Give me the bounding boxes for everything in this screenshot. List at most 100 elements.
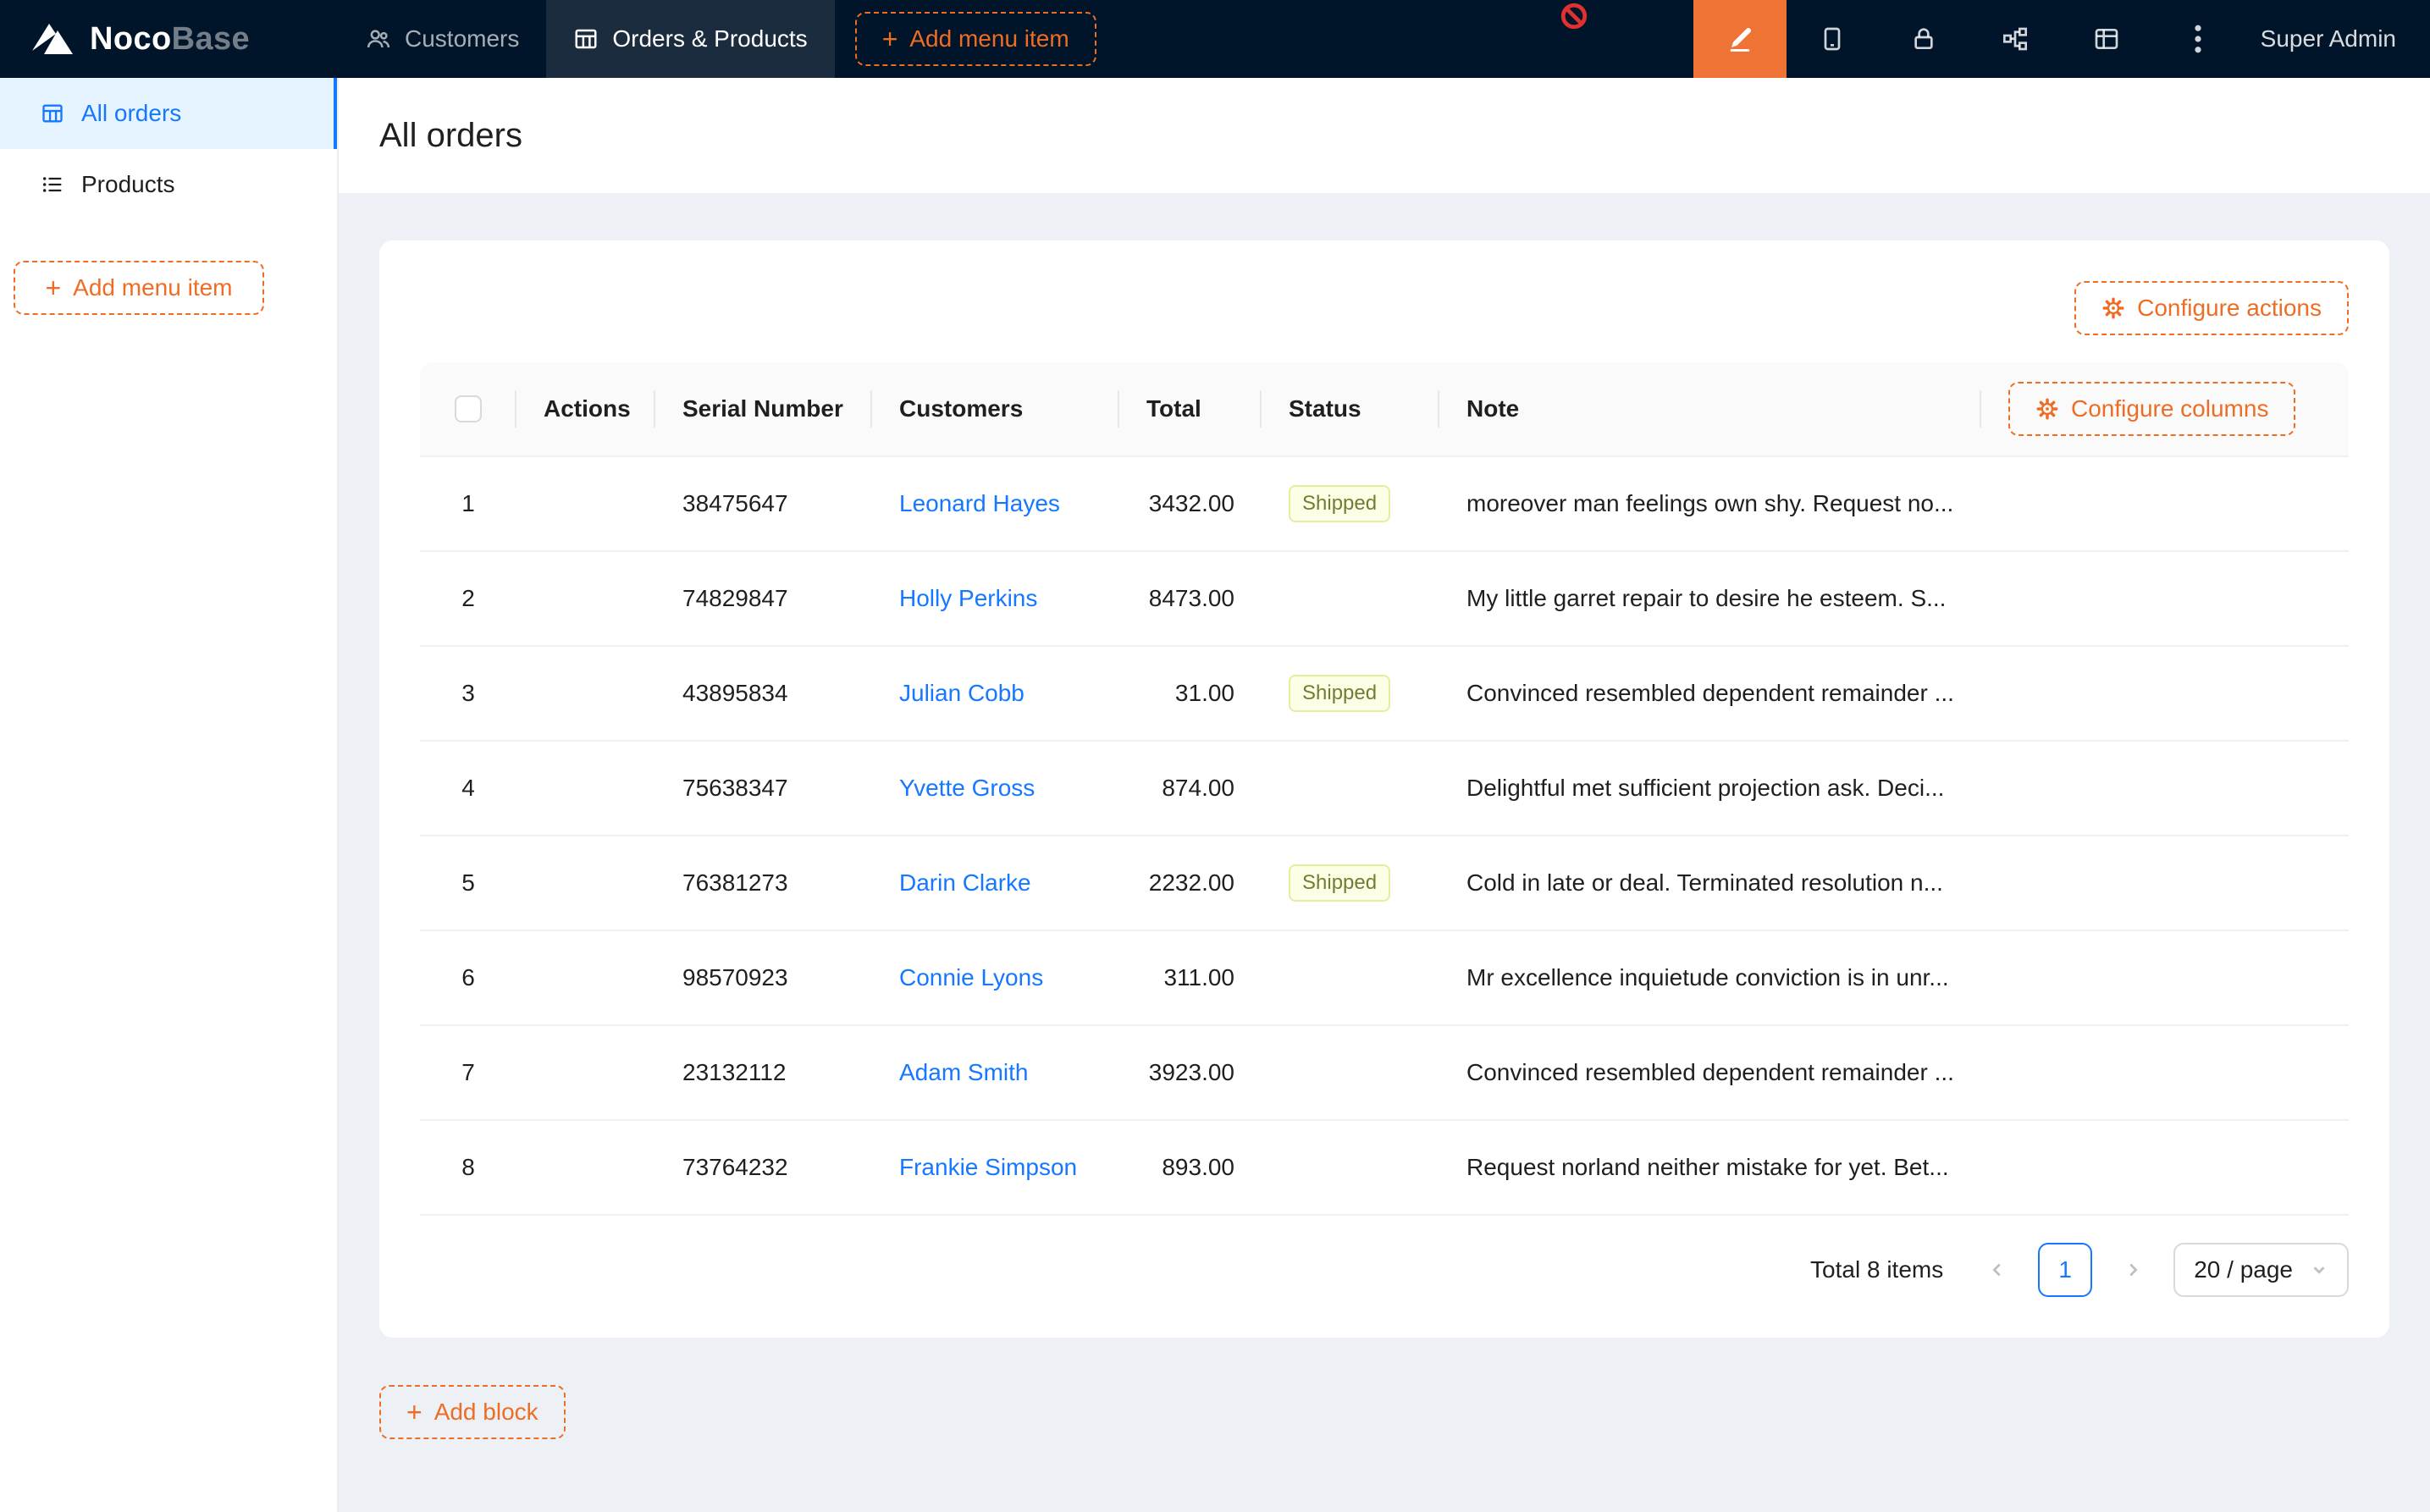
nav-item-customers[interactable]: Customers xyxy=(339,0,546,78)
content-area: Configure actions Actions Serial Number … xyxy=(339,193,2430,1512)
configure-columns-cell: Configure columns xyxy=(1981,362,2349,455)
customer-cell: Frankie Simpson xyxy=(872,1154,1119,1181)
status-tag: Shipped xyxy=(1289,675,1390,712)
customer-cell: Leonard Hayes xyxy=(872,490,1119,517)
customer-cell: Adam Smith xyxy=(872,1059,1119,1086)
logo[interactable]: NocoBase xyxy=(0,0,339,78)
lock-icon[interactable] xyxy=(1878,0,1969,78)
note-cell: moreover man feelings own shy. Request n… xyxy=(1439,490,1981,517)
nav-label: Orders & Products xyxy=(612,25,807,52)
total-cell: 311.00 xyxy=(1119,964,1262,991)
total-cell: 31.00 xyxy=(1119,680,1262,707)
header-tools: Super Admin xyxy=(1693,0,2430,78)
total-cell: 8473.00 xyxy=(1119,585,1262,612)
serial-number-cell: 76381273 xyxy=(655,869,872,897)
customer-cell: Holly Perkins xyxy=(872,585,1119,612)
nav-item-orders-products[interactable]: Orders & Products xyxy=(546,0,834,78)
add-menu-item-button-header[interactable]: + Add menu item xyxy=(855,12,1096,66)
add-menu-item-button-sidebar[interactable]: + Add menu item xyxy=(14,261,264,315)
shell: All orders Products + Add menu item xyxy=(0,78,2430,1512)
note-cell: Convinced resembled dependent remainder … xyxy=(1439,1059,1981,1086)
sidebar-item-label: Products xyxy=(81,171,175,198)
list-icon xyxy=(41,173,64,196)
note-cell: Cold in late or deal. Terminated resolut… xyxy=(1439,869,1981,897)
more-icon[interactable] xyxy=(2152,0,2244,78)
blocked-cursor-icon xyxy=(1560,2,1588,30)
row-index-cell: 3 xyxy=(420,680,516,707)
ui-editor-button[interactable] xyxy=(1693,0,1787,78)
status-tag: Shipped xyxy=(1289,864,1390,902)
highlighter-icon xyxy=(1726,25,1754,53)
gear-icon xyxy=(2101,296,2125,320)
serial-number-cell: 23132112 xyxy=(655,1059,872,1086)
total-cell: 3432.00 xyxy=(1119,490,1262,517)
customer-link[interactable]: Leonard Hayes xyxy=(899,490,1060,516)
row-index-cell: 1 xyxy=(420,490,516,517)
customer-cell: Yvette Gross xyxy=(872,775,1119,802)
status-cell: Shipped xyxy=(1262,485,1439,522)
column-header-customers: Customers xyxy=(872,362,1119,455)
status-cell: Shipped xyxy=(1262,864,1439,902)
sidebar-item-all-orders[interactable]: All orders xyxy=(0,78,337,149)
add-block-button[interactable]: + Add block xyxy=(379,1385,566,1439)
brand-name: NocoBase xyxy=(90,21,250,58)
pagination-prev-button[interactable] xyxy=(1970,1243,2024,1297)
select-all-cell xyxy=(420,362,516,455)
table-row: 5 76381273 Darin Clarke 2232.00 Shipped … xyxy=(420,836,2349,931)
chevron-right-icon xyxy=(2123,1261,2142,1279)
table-header-row: Actions Serial Number Customers Total St… xyxy=(420,362,2349,457)
pagination-page-button[interactable]: 1 xyxy=(2038,1243,2092,1297)
column-header-total: Total xyxy=(1119,362,1262,455)
customer-link[interactable]: Yvette Gross xyxy=(899,775,1035,801)
customer-link[interactable]: Connie Lyons xyxy=(899,964,1043,991)
chevron-left-icon xyxy=(1988,1261,2007,1279)
api-icon[interactable] xyxy=(1969,0,2061,78)
configure-columns-button[interactable]: Configure columns xyxy=(2008,382,2295,436)
customer-link[interactable]: Adam Smith xyxy=(899,1059,1029,1085)
page-header: All orders xyxy=(339,78,2430,193)
pagination-total: Total 8 items xyxy=(1810,1256,1943,1283)
sidebar-item-products[interactable]: Products xyxy=(0,149,337,220)
customer-cell: Julian Cobb xyxy=(872,680,1119,707)
row-index-cell: 6 xyxy=(420,964,516,991)
orders-table-card: Configure actions Actions Serial Number … xyxy=(379,240,2389,1338)
top-header: NocoBase Customers Orders & Produ xyxy=(0,0,2430,78)
status-cell: Shipped xyxy=(1262,675,1439,712)
customer-link[interactable]: Holly Perkins xyxy=(899,585,1037,611)
serial-number-cell: 73764232 xyxy=(655,1154,872,1181)
configure-actions-button[interactable]: Configure actions xyxy=(2074,281,2349,335)
table-row: 1 38475647 Leonard Hayes 3432.00 Shipped… xyxy=(420,457,2349,552)
status-tag: Shipped xyxy=(1289,485,1390,522)
page-size-value: 20 / page xyxy=(2194,1256,2293,1283)
team-icon xyxy=(366,26,391,52)
customer-link[interactable]: Frankie Simpson xyxy=(899,1154,1077,1180)
layout-icon[interactable] xyxy=(2061,0,2152,78)
mobile-icon[interactable] xyxy=(1787,0,1878,78)
note-cell: Delightful met sufficient projection ask… xyxy=(1439,775,1981,802)
customer-cell: Darin Clarke xyxy=(872,869,1119,897)
table-row: 6 98570923 Connie Lyons 311.00 Mr excell… xyxy=(420,931,2349,1026)
nocobase-logo-icon xyxy=(30,20,75,58)
table-body: 1 38475647 Leonard Hayes 3432.00 Shipped… xyxy=(420,457,2349,1216)
pagination-next-button[interactable] xyxy=(2106,1243,2160,1297)
app-root: NocoBase Customers Orders & Produ xyxy=(0,0,2430,1512)
customer-link[interactable]: Darin Clarke xyxy=(899,869,1031,896)
user-menu[interactable]: Super Admin xyxy=(2244,0,2430,78)
column-header-status: Status xyxy=(1262,362,1439,455)
table-row: 3 43895834 Julian Cobb 31.00 Shipped Con… xyxy=(420,647,2349,742)
serial-number-cell: 38475647 xyxy=(655,490,872,517)
page-size-select[interactable]: 20 / page xyxy=(2173,1243,2349,1297)
serial-number-cell: 74829847 xyxy=(655,585,872,612)
add-block-wrap: + Add block xyxy=(379,1385,2389,1439)
column-header-note: Note xyxy=(1439,362,1981,455)
select-all-checkbox[interactable] xyxy=(455,395,482,422)
table-row: 8 73764232 Frankie Simpson 893.00 Reques… xyxy=(420,1121,2349,1216)
customer-link[interactable]: Julian Cobb xyxy=(899,680,1024,706)
note-cell: My little garret repair to desire he est… xyxy=(1439,585,1981,612)
plus-icon: + xyxy=(45,274,61,301)
page-title: All orders xyxy=(379,117,522,155)
customer-cell: Connie Lyons xyxy=(872,964,1119,991)
main-area: All orders xyxy=(339,78,2430,1512)
total-cell: 893.00 xyxy=(1119,1154,1262,1181)
gear-icon xyxy=(2035,397,2059,421)
